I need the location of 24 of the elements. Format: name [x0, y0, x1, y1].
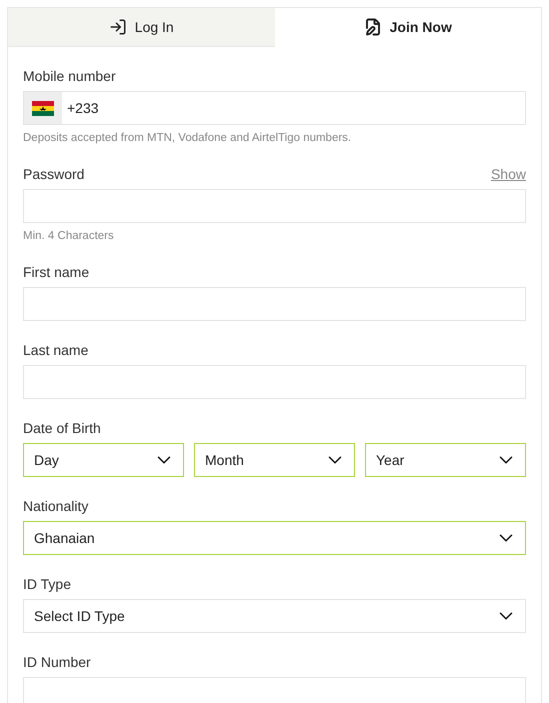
field-label: Nationality — [23, 498, 88, 514]
flag-icon — [32, 100, 54, 116]
dropdown[interactable]: Month — [194, 443, 355, 477]
show-password-link[interactable]: Show — [490, 166, 526, 182]
field-label: Mobile number — [23, 68, 116, 84]
field-label: ID Number — [23, 654, 91, 670]
text-field[interactable] — [23, 365, 526, 399]
field-label: First name — [23, 264, 90, 280]
text-field[interactable] — [23, 287, 526, 321]
password-field[interactable] — [23, 189, 526, 223]
field-label: Password — [23, 166, 84, 182]
dropdown[interactable]: Select ID Type — [23, 599, 526, 633]
dropdown[interactable]: Day — [23, 443, 184, 477]
hint-text: Min. 4 Characters — [23, 229, 115, 243]
field-label: Last name — [23, 342, 88, 358]
text-field[interactable] — [23, 677, 526, 703]
dropdown[interactable]: Year — [365, 443, 526, 477]
dropdown[interactable]: Ghanaian — [23, 521, 526, 555]
hint-text: Deposits accepted from MTN, Vodafone and AirtelTigo numbers. — [23, 131, 352, 145]
log-in-icon — [108, 18, 127, 36]
field-label: ID Type — [23, 576, 71, 592]
document-pen-icon — [364, 18, 382, 36]
tab[interactable]: Log In — [8, 8, 274, 47]
field-label: Date of Birth — [23, 420, 101, 436]
